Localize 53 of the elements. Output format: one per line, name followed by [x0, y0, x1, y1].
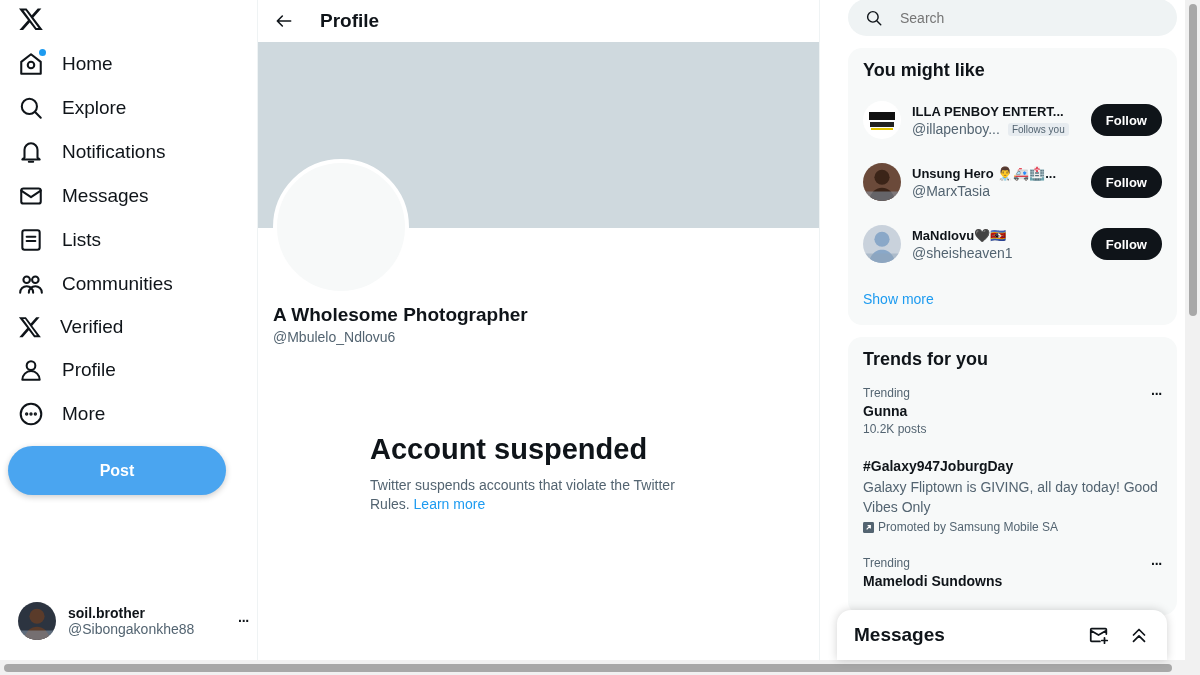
- search-field[interactable]: Search: [848, 0, 1177, 36]
- nav-item[interactable]: Lists: [18, 218, 102, 262]
- list-icon: [18, 227, 44, 253]
- nav-item[interactable]: Home: [18, 42, 113, 86]
- nav-item[interactable]: Notifications: [18, 130, 166, 174]
- drawer-title: Messages: [854, 624, 946, 646]
- account-handle: @sheisheaven1: [912, 245, 1013, 261]
- account-handle: @illapenboy...: [912, 121, 1000, 137]
- more-button[interactable]: ···: [1151, 556, 1162, 589]
- x-logo-icon[interactable]: [18, 315, 42, 339]
- follow-button[interactable]: Follow: [1090, 228, 1162, 260]
- promoted-icon: [863, 521, 874, 533]
- follows-you-label: Follows you: [1007, 122, 1069, 136]
- scrollbar-thumb[interactable]: [1188, 4, 1197, 316]
- x-logo-icon[interactable]: [18, 6, 44, 32]
- card-title: You might like: [863, 60, 986, 81]
- promoted-label: Promoted by Samsung Mobile SA: [878, 520, 1059, 534]
- logo-icon: [863, 101, 901, 139]
- follow-button[interactable]: Follow: [1090, 104, 1162, 136]
- nav-item[interactable]: More: [18, 392, 106, 436]
- more-button[interactable]: ···: [238, 613, 249, 629]
- bell-icon: [18, 139, 44, 165]
- nav-item[interactable]: Messages: [18, 174, 149, 218]
- home-icon: [18, 51, 44, 77]
- trend-name[interactable]: #Galaxy947JoburgDay: [863, 458, 1162, 474]
- nav-item[interactable]: Verified: [18, 306, 124, 348]
- trend-context: Trending: [863, 556, 911, 570]
- follow-button[interactable]: Follow: [1090, 166, 1162, 198]
- trend-name[interactable]: Gunna: [863, 403, 927, 419]
- search-icon: [18, 95, 44, 121]
- account-handle: @MarxTasia: [912, 183, 990, 199]
- card-title: Trends for you: [863, 349, 989, 370]
- nav-item[interactable]: Explore: [18, 86, 127, 130]
- trend-context: Trending: [863, 386, 911, 400]
- page-title: Profile: [320, 10, 380, 32]
- account-name: MaNdlovu🖤🇸🇿: [912, 227, 1007, 245]
- account-handle: @Sibongakonkhe88: [68, 621, 196, 637]
- more-button[interactable]: ···: [1151, 386, 1162, 436]
- trend-description: Galaxy Fliptown is GIVING, all day today! Good Vibes Only: [863, 478, 1159, 517]
- more-icon: [18, 401, 44, 427]
- account-name: soil.brother: [68, 605, 146, 621]
- profile-name: A Wholesome Photographer: [273, 304, 529, 326]
- nav-item[interactable]: Communities: [18, 262, 173, 306]
- trend-name[interactable]: Mamelodi Sundowns: [863, 573, 1003, 589]
- account-name: Unsung Hero 👨‍⚕🚑🏥...: [912, 165, 1057, 183]
- account-name: ILLA PENBOY ENTERT...: [912, 103, 1064, 121]
- nav-item[interactable]: Profile: [18, 348, 116, 392]
- scrollbar-thumb[interactable]: [4, 663, 1172, 672]
- suspended-title: Account suspended: [370, 433, 649, 466]
- person-icon: [18, 357, 44, 383]
- trend-count: 10.2K posts: [863, 422, 927, 436]
- profile-handle: @Mbulelo_Ndlovu6: [273, 329, 397, 345]
- suspended-message: Twitter suspends accounts that violate the Twitter Rules. Learn more: [370, 476, 676, 514]
